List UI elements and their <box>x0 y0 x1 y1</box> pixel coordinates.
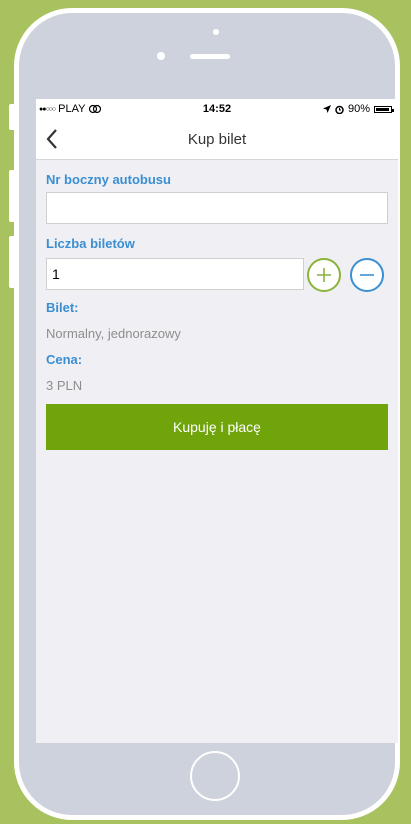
price-value: 3 PLN <box>46 378 83 393</box>
plus-icon <box>317 268 331 282</box>
phone-volume-up <box>9 170 16 222</box>
ticket-count-label: Liczba biletów <box>46 236 135 251</box>
ticket-type-label: Bilet: <box>46 300 79 315</box>
phone-mute-switch <box>9 104 16 130</box>
alarm-icon <box>335 105 344 114</box>
battery-icon <box>374 105 394 113</box>
phone-sensor <box>157 52 165 60</box>
location-arrow-icon <box>322 105 331 113</box>
buy-and-pay-button[interactable]: Kupuję i płacę <box>46 404 388 450</box>
status-bar: ●●○○○ PLAY 14:52 90% <box>36 99 398 119</box>
navigation-bar: Kup bilet <box>36 119 398 160</box>
minus-icon <box>360 274 374 276</box>
ticket-type-value: Normalny, jednorazowy <box>46 326 181 341</box>
page-title: Kup bilet <box>187 131 247 148</box>
bus-number-label: Nr boczny autobusu <box>46 172 171 187</box>
phone-camera <box>213 29 219 35</box>
bus-number-input[interactable] <box>46 192 388 224</box>
phone-volume-down <box>9 236 16 288</box>
phone-screen: ●●○○○ PLAY 14:52 90% Kup bilet Nr boczny… <box>36 99 398 743</box>
decrease-button[interactable] <box>350 258 384 292</box>
home-button[interactable] <box>190 751 240 801</box>
price-label: Cena: <box>46 352 83 367</box>
ticket-count-input[interactable] <box>46 258 304 290</box>
battery-percent: 90% <box>347 103 370 115</box>
increase-button[interactable] <box>307 258 341 292</box>
phone-speaker <box>190 54 230 59</box>
